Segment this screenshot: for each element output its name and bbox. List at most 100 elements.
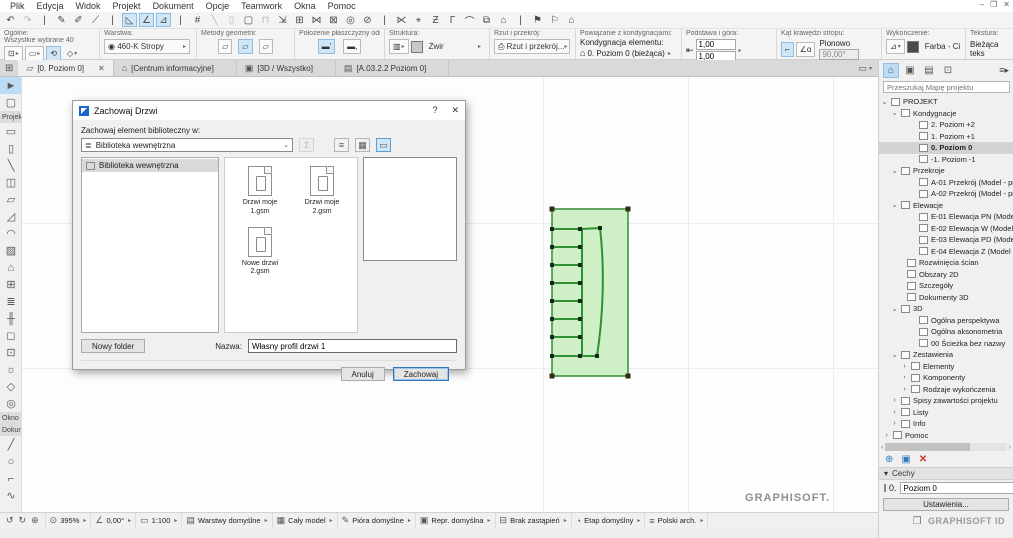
structure-type-icon[interactable]: ▥ ▸ — [389, 39, 409, 54]
layer-combination[interactable]: ▤ Warstwy domyślne ▸ — [182, 513, 273, 528]
tree-expand-arrow[interactable]: › — [883, 432, 890, 439]
publisher-icon[interactable]: ⊡ — [940, 63, 956, 78]
menu-item[interactable]: Projekt — [107, 1, 147, 11]
layout-book-icon[interactable]: ▤ — [921, 63, 937, 78]
wall-tool[interactable]: ▭ — [0, 123, 21, 140]
navigator-horizontal-scrollbar[interactable]: ‹ › — [881, 442, 1011, 452]
tree-zestawienia[interactable]: ⌄ Zestawienia — [879, 349, 1013, 361]
tree-expand-arrow[interactable]: › — [901, 363, 908, 370]
minimize-button[interactable]: – — [980, 0, 984, 9]
top-offset-field[interactable] — [695, 39, 736, 50]
sep[interactable]: | — [105, 13, 120, 27]
tree-expand-arrow[interactable]: › — [891, 409, 898, 416]
opening-tool[interactable]: ◎ — [0, 395, 21, 412]
pen-set[interactable]: ✎ Pióra domyślne ▸ — [338, 513, 416, 528]
tree-pomoc[interactable]: › Pomoc — [879, 430, 1013, 441]
close-button[interactable]: ✕ — [1003, 0, 1010, 9]
fillet-icon[interactable]: Γ — [445, 13, 460, 27]
view-map-icon[interactable]: ▣ — [902, 63, 918, 78]
table-icon[interactable]: ⊞ — [292, 13, 307, 27]
menu-item[interactable]: Okna — [288, 1, 322, 11]
edge-custom-icon[interactable]: ∠α — [795, 42, 816, 57]
menu-item[interactable]: Teamwork — [235, 1, 288, 11]
favorites-button[interactable]: ▭ ▸ — [24, 46, 45, 61]
library-file-item[interactable]: Nowe drzwi 2.gsm — [229, 226, 291, 278]
scale[interactable]: ▭ 1:100 ▸ — [136, 513, 183, 528]
tree-expand-arrow[interactable]: ⌄ — [891, 201, 898, 209]
geometry-rectangle-icon[interactable]: ▱ — [238, 39, 253, 54]
tree-e03[interactable]: E-03 Elewacja PD (Model - przebudow — [879, 234, 1013, 246]
new-folder-icon[interactable]: ▣ — [901, 454, 910, 465]
spline-tool[interactable]: ∿ — [0, 487, 21, 504]
tree-poziom-0[interactable]: 0. Poziom 0 — [879, 142, 1013, 154]
tree-expand-arrow[interactable]: ⌄ — [891, 305, 898, 313]
tree-a01[interactable]: A-01 Przekrój (Model - przebudowani — [879, 177, 1013, 189]
tree-elewacje[interactable]: ⌄ Elewacje — [879, 200, 1013, 212]
thumbnail-view-button[interactable]: ▭ — [376, 138, 391, 152]
beam-tool[interactable]: ╲ — [0, 157, 21, 174]
tree-elementy[interactable]: › Elementy — [879, 361, 1013, 373]
lock-icon[interactable]: ⊓ — [258, 13, 273, 27]
rotate-icon[interactable]: ⊠ — [326, 13, 341, 27]
tree-projekt[interactable]: ⌄ PROJEKT — [879, 96, 1013, 108]
undo-icon[interactable]: ↶ — [3, 13, 18, 27]
guide-segment-icon[interactable]: ╲ — [207, 13, 222, 27]
redo-icon[interactable]: ↷ — [20, 13, 35, 27]
tree-aksonometria[interactable]: Ogólna aksonometria — [879, 326, 1013, 338]
paint-bucket-icon[interactable]: ⊿ ▾ — [886, 39, 905, 54]
line-tool[interactable]: ╱ — [0, 436, 21, 453]
tree-info[interactable]: › Info — [879, 418, 1013, 430]
sep[interactable]: | — [377, 13, 392, 27]
selected-slab-element[interactable] — [540, 199, 650, 389]
menu-item[interactable]: Edycja — [31, 1, 70, 11]
tab-a0322-poziom-0[interactable]: ▤ [A.03.2.2 Poziom 0] — [335, 60, 450, 76]
polyline-tool[interactable]: ⌐ — [0, 470, 21, 487]
select-tool[interactable]: ► — [0, 77, 21, 94]
orientation[interactable]: ∠ 0,00° ▸ — [91, 513, 137, 528]
tree-szczegoly[interactable]: Szczegóły — [879, 280, 1013, 292]
tree-3d[interactable]: ⌄ 3D — [879, 303, 1013, 315]
layer-selector[interactable]: ◉ 460-K Stropy ▸ — [104, 39, 190, 54]
tree-komponenty[interactable]: › Komponenty — [879, 372, 1013, 384]
marquee-tool[interactable]: ▢ — [0, 94, 21, 111]
navigator-menu-icon[interactable]: ≡▸ — [999, 65, 1009, 76]
section-okno[interactable]: Okno — [0, 412, 21, 424]
tab-close-icon[interactable]: ✕ — [98, 64, 105, 73]
tab-3d-wszystko[interactable]: ▣ [3D / Wszystko] — [236, 60, 336, 76]
dual-window-icon[interactable]: ❐ — [913, 516, 922, 527]
menu-item[interactable]: Dokument — [147, 1, 200, 11]
pick-up-parameters-icon[interactable]: ✎ — [54, 13, 69, 27]
curtain-wall-tool[interactable]: ⊞ — [0, 276, 21, 293]
model-view-options[interactable]: ▣ Repr. domyślna ▸ — [416, 513, 496, 528]
tree-expand-arrow[interactable]: ⌄ — [881, 98, 888, 106]
tree-e01[interactable]: E-01 Elewacja PN (Model - przebudow — [879, 211, 1013, 223]
surface-swatch[interactable] — [906, 40, 919, 53]
tab-list-dropdown[interactable]: ▭ ▾ — [852, 60, 878, 76]
plane-bottom-icon[interactable]: ▬, — [343, 39, 362, 54]
trace-reference-icon[interactable]: ⚑ — [530, 13, 545, 27]
edge-vertical-icon[interactable]: ⌐ — [781, 42, 794, 57]
object-tool[interactable]: ⊡ — [0, 344, 21, 361]
stretch-icon[interactable]: ⋈ — [309, 13, 324, 27]
dialog-title-bar[interactable]: Zachowaj Drzwi ? ✕ — [73, 101, 465, 120]
zone-tool[interactable]: ⌂ — [0, 259, 21, 276]
sep[interactable]: | — [37, 13, 52, 27]
set-square-icon[interactable]: ◺ — [122, 13, 137, 27]
history-forward-icon[interactable]: ↻ — [19, 515, 27, 526]
snap-grid-icon[interactable]: # — [190, 13, 205, 27]
rotate-button[interactable]: ⟲ — [46, 46, 61, 61]
library-file-item[interactable]: Drzwi moje 2.gsm — [291, 166, 353, 217]
section-projekt[interactable]: Projekt — [0, 111, 21, 123]
roof-edit-icon[interactable]: ⌂ — [496, 13, 511, 27]
tree-rozwiniecia[interactable]: Rozwinięcia ścian — [879, 257, 1013, 269]
element-filter-icon[interactable]: ⚐ — [547, 13, 562, 27]
tree-dokumenty-3d[interactable]: Dokumenty 3D — [879, 292, 1013, 304]
menu-item[interactable]: Pomoc — [322, 1, 362, 11]
zoom-in-icon[interactable]: ⊕ — [31, 515, 39, 526]
history-back-icon[interactable]: ↺ — [6, 515, 14, 526]
transfer-settings-icon[interactable]: ⊿ — [156, 13, 171, 27]
geometry-rotated-icon[interactable]: ▱ — [258, 39, 273, 54]
resize-icon[interactable]: ⧉ — [479, 13, 494, 27]
new-folder-button[interactable]: Nowy folder — [81, 339, 146, 353]
tree-sciezka[interactable]: 00 Ścieżka bez nazwy — [879, 338, 1013, 350]
